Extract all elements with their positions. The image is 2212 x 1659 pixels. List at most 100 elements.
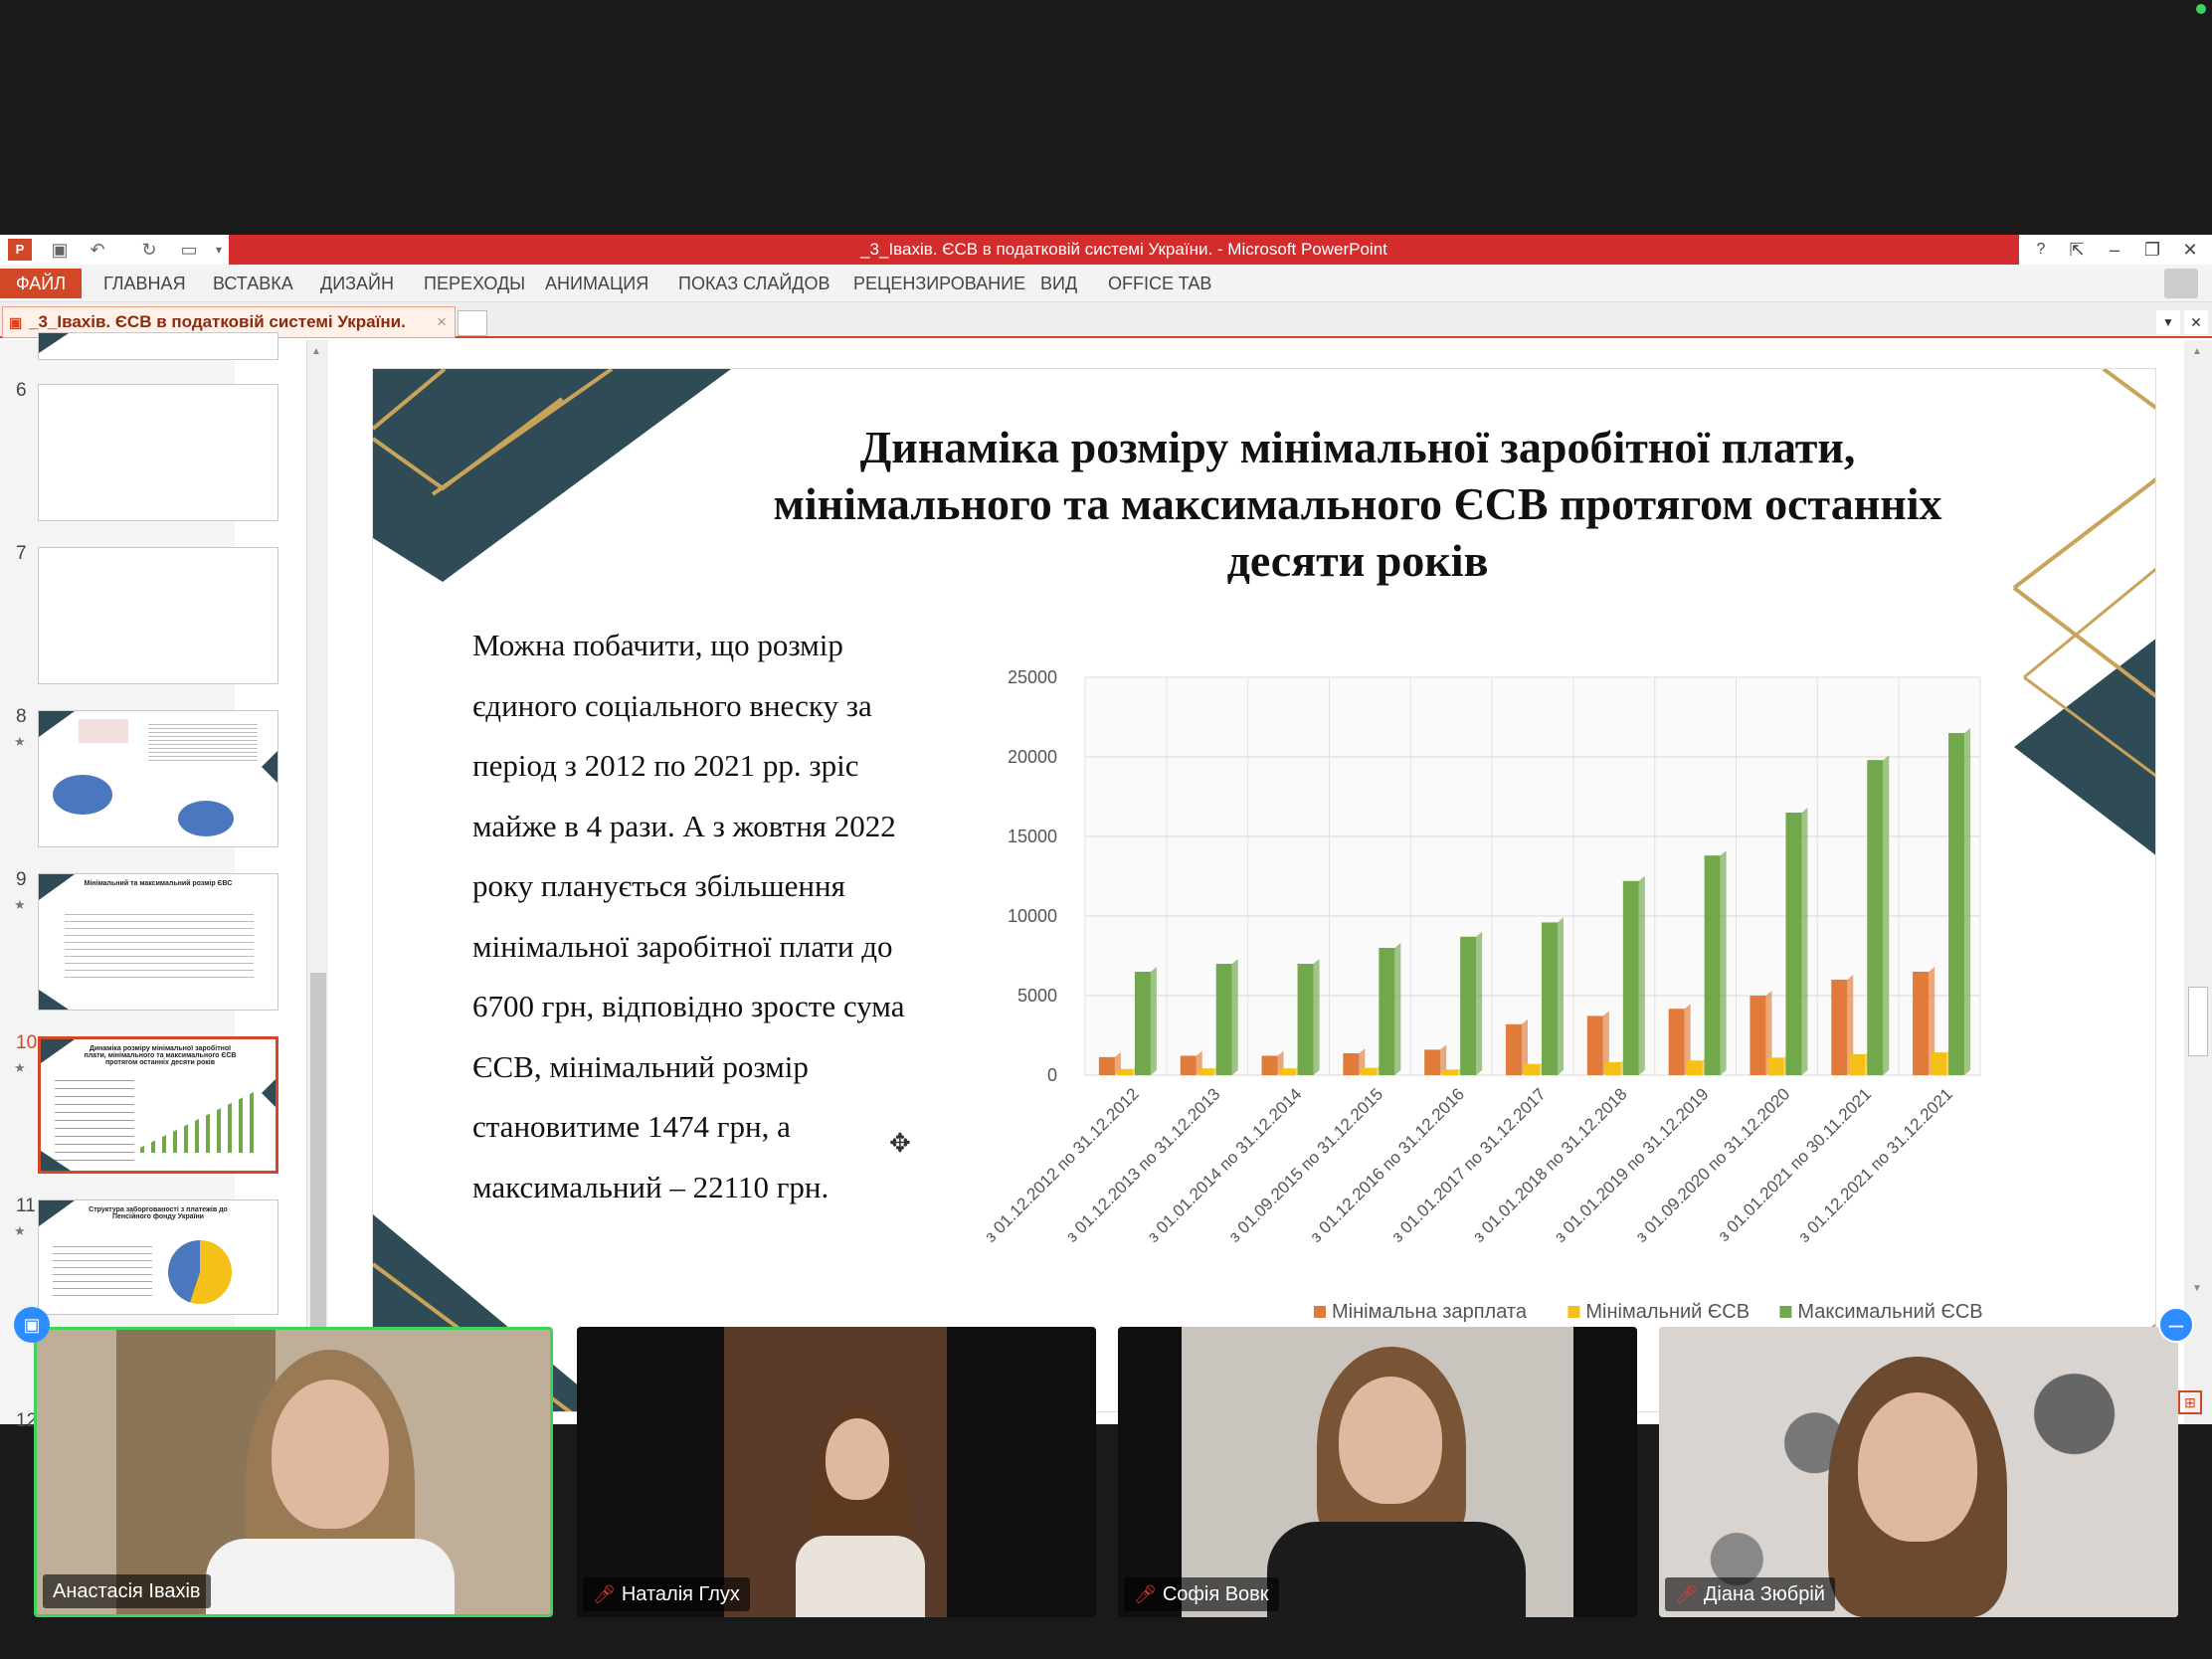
bar — [1867, 760, 1884, 1075]
x-tick-label: з 01.01.2018 по 31.12.2018 — [1469, 1084, 1630, 1245]
bar-side — [1720, 850, 1727, 1075]
bar — [1542, 922, 1558, 1075]
bar — [1215, 964, 1232, 1075]
tab-view[interactable]: ВИД — [1040, 271, 1077, 296]
bar-side — [1150, 967, 1157, 1075]
help-icon[interactable]: ? — [2027, 237, 2055, 263]
bar — [1442, 1069, 1459, 1075]
bar-side — [1476, 931, 1483, 1075]
x-tick-label: з 01.12.2012 по 31.12.2012 — [986, 1084, 1143, 1245]
slide-title: Динаміка розміру мінімальної заробітної … — [773, 422, 1942, 586]
thumbnail-scrollbar[interactable]: ▲ — [306, 340, 328, 1450]
slide-thumbnail-8[interactable] — [38, 710, 278, 847]
slideshow-icon[interactable]: ▭ — [177, 239, 201, 261]
slide-canvas[interactable]: Динаміка розміру мінімальної заробітної … — [372, 368, 2156, 1412]
document-tabs: ▣ _3_Івахів. ЄСВ в податковій системі Ук… — [0, 302, 2212, 338]
bar-side — [1558, 917, 1564, 1075]
bar — [1948, 733, 1965, 1075]
bar-side — [1638, 875, 1645, 1075]
participant-name-label: Софія Вовк — [1162, 1583, 1269, 1605]
bar — [1931, 1052, 1947, 1075]
ribbon-tabs: ФАЙЛ ГЛАВНАЯ ВСТАВКА ДИЗАЙН ПЕРЕХОДЫ АНИ… — [0, 265, 2212, 302]
bar — [1279, 1068, 1296, 1075]
participant-name: 🎤︎ Наталія Глух — [583, 1577, 750, 1611]
close-all-tabs-icon[interactable]: ✕ — [2184, 310, 2208, 334]
bar — [1704, 855, 1721, 1075]
bar-side — [1964, 728, 1971, 1075]
tab-file[interactable]: ФАЙЛ — [0, 269, 82, 298]
tab-design[interactable]: ДИЗАЙН — [320, 271, 394, 296]
minimize-video-icon[interactable]: – — [2158, 1307, 2194, 1343]
bar — [1134, 972, 1151, 1075]
bar — [1361, 1067, 1378, 1075]
bar — [1767, 1057, 1784, 1075]
participant-tile[interactable]: 🎤︎ Наталія Глух — [577, 1327, 1096, 1617]
scroll-up-icon[interactable]: ▲ — [2192, 346, 2202, 357]
bar — [1849, 1053, 1866, 1075]
redo-icon[interactable]: ↻ — [137, 239, 161, 261]
video-background — [1267, 1522, 1526, 1617]
participant-tile[interactable]: Анастасія Івахів — [34, 1327, 553, 1617]
slide-thumbnail-11[interactable]: Структура заборгованості з платежів до П… — [38, 1199, 278, 1315]
bar — [1785, 813, 1802, 1075]
minimize-icon[interactable]: – — [2101, 237, 2128, 263]
legend-swatch — [1779, 1306, 1792, 1318]
bar — [1750, 996, 1766, 1075]
close-icon[interactable]: ✕ — [2176, 237, 2204, 263]
ribbon-display-icon[interactable]: ⇱ — [2063, 237, 2091, 263]
bar — [1506, 1023, 1522, 1075]
y-tick-label: 15000 — [1008, 827, 1057, 846]
restore-icon[interactable]: ❐ — [2138, 237, 2166, 263]
slide-thumbnail-10[interactable]: Динаміка розміру мінімальної заробітної … — [38, 1036, 278, 1174]
tab-animation[interactable]: АНИМАЦИЯ — [545, 271, 648, 296]
x-tick-label: з 01.12.2016 по 31.12.2016 — [1307, 1084, 1468, 1245]
scroll-up-icon[interactable]: ▲ — [311, 346, 321, 357]
thumbnail-title: Мінімальний та максимальний розмір ЄВС — [84, 880, 233, 887]
move-cursor-icon: ✥ — [889, 1128, 911, 1158]
participant-name: Анастасія Івахів — [43, 1574, 211, 1608]
participant-name: 🎤︎ Діана Зюбрій — [1665, 1577, 1835, 1611]
video-background — [1339, 1377, 1442, 1504]
animation-star-icon: ★ — [14, 897, 26, 912]
tab-home[interactable]: ГЛАВНАЯ — [103, 271, 186, 296]
slide-thumbnail-7[interactable] — [38, 547, 278, 684]
scrollbar-thumb[interactable] — [2188, 987, 2208, 1056]
save-icon[interactable]: ▣ — [48, 239, 72, 261]
slide-thumbnail-5[interactable] — [38, 332, 278, 360]
participant-tile[interactable]: 🎤︎ Софія Вовк — [1118, 1327, 1637, 1617]
bar — [1686, 1060, 1703, 1075]
slide-scrollbar[interactable]: ▲ ▼ — [2184, 340, 2212, 1424]
tab-transitions[interactable]: ПЕРЕХОДЫ — [424, 271, 525, 296]
tab-office-tab[interactable]: OFFICE TAB — [1108, 271, 1211, 296]
video-background — [1858, 1392, 1977, 1542]
animation-star-icon: ★ — [14, 734, 26, 749]
bar — [1586, 1015, 1603, 1075]
undo-icon[interactable]: ↶ — [86, 239, 109, 261]
bar — [1524, 1063, 1540, 1075]
x-tick-label: з 01.09.2020 по 31.12.2020 — [1632, 1084, 1793, 1245]
tab-insert[interactable]: ВСТАВКА — [213, 271, 293, 296]
slide-thumbnail-9[interactable]: Мінімальний та максимальний розмір ЄВС — [38, 873, 278, 1011]
customize-toolbar-icon[interactable]: ▾ — [207, 239, 231, 261]
document-tab-label: _3_Івахів. ЄСВ в податковій системі Укра… — [29, 312, 406, 331]
user-avatar-icon[interactable] — [2164, 269, 2198, 298]
close-tab-icon[interactable]: × — [437, 307, 447, 337]
spotlight-icon[interactable]: ▣ — [14, 1307, 50, 1343]
bar-side — [1394, 943, 1401, 1075]
bar — [1622, 880, 1639, 1075]
scroll-down-icon[interactable]: ▼ — [2192, 1283, 2202, 1294]
bar-side — [1883, 755, 1890, 1075]
animation-star-icon: ★ — [14, 1223, 26, 1238]
legend-label: Максимальний ЄСВ — [1797, 1301, 1982, 1323]
slide-thumbnail-6[interactable] — [38, 384, 278, 521]
bar — [1198, 1068, 1214, 1075]
tab-slideshow[interactable]: ПОКАЗ СЛАЙДОВ — [678, 271, 830, 296]
participant-tile[interactable]: 🎤︎ Діана Зюбрій — [1659, 1327, 2178, 1617]
gallery-view-icon[interactable]: ⊞ — [2178, 1390, 2202, 1414]
slide-number: 7 — [16, 543, 27, 564]
tab-list-icon[interactable]: ▼ — [2156, 310, 2180, 334]
y-tick-label: 20000 — [1008, 747, 1057, 767]
new-tab-button[interactable] — [458, 310, 487, 336]
tab-review[interactable]: РЕЦЕНЗИРОВАНИЕ — [853, 271, 1025, 296]
y-tick-label: 0 — [1047, 1065, 1057, 1085]
